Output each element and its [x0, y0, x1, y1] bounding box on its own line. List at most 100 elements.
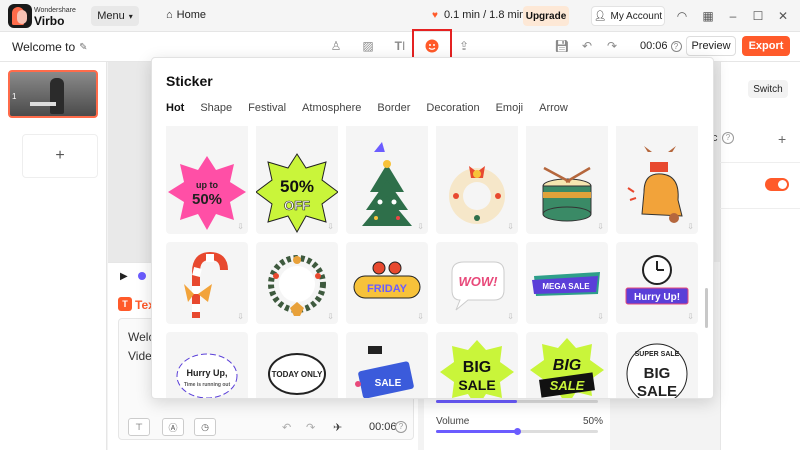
friday-sticker[interactable]: FRIDAY ⇩	[346, 242, 428, 324]
credits-text: 0.1 min / 1.8 min	[443, 9, 526, 21]
undo-icon[interactable]: ↶	[282, 421, 291, 434]
hurry-up-circle-sticker[interactable]: Hurry Up,Time is running out⇩	[166, 332, 248, 398]
big-sale-black-sticker[interactable]: BIGSALE⇩	[526, 332, 608, 398]
drum-sticker[interactable]: ⇩	[526, 152, 608, 234]
upgrade-button[interactable]: Upgrade	[523, 6, 569, 26]
download-icon[interactable]: ⇩	[417, 222, 424, 231]
save-icon[interactable]: 💾︎	[552, 36, 572, 56]
redo-icon[interactable]: ↷	[602, 36, 622, 56]
download-icon[interactable]: ⇩	[597, 222, 604, 231]
50-off-sticker[interactable]: 50% OFF ⇩	[256, 152, 338, 234]
minimize-icon[interactable]: –	[726, 9, 740, 23]
help-icon[interactable]: ?	[670, 40, 682, 52]
download-icon[interactable]: ⇩	[327, 312, 334, 321]
wow-bubble-sticker[interactable]: WOW! ⇩	[436, 242, 518, 324]
menu-label: Menu	[97, 10, 125, 22]
christmas-tree-sticker[interactable]: ⇩	[346, 152, 428, 234]
add-slide-button[interactable]: +	[22, 134, 98, 178]
undo-icon[interactable]: ↶	[577, 36, 597, 56]
help-icon[interactable]: ?	[395, 421, 407, 433]
bell-sticker-graphic	[627, 162, 683, 223]
volume-slider-fill	[436, 430, 517, 433]
upload-tool-icon[interactable]: ⇪	[454, 36, 474, 56]
toggle-switch[interactable]	[765, 178, 789, 191]
brand: Wondershare Virbo	[34, 6, 76, 28]
candy-cane-sticker[interactable]: ⇩	[166, 242, 248, 324]
background-tool-icon[interactable]: ▨	[358, 36, 378, 56]
floral-wreath-sticker-graphic	[268, 255, 326, 316]
timeline-playhead[interactable]	[138, 272, 146, 280]
download-icon[interactable]: ⇩	[597, 312, 604, 321]
floral-wreath-sticker[interactable]: ⇩	[256, 242, 338, 324]
download-icon[interactable]: ⇩	[507, 222, 514, 231]
volume-label: Volume	[436, 416, 470, 427]
ai-write-icon[interactable]: ✈	[333, 421, 342, 434]
switch-button[interactable]: Switch	[748, 80, 788, 98]
redo-icon[interactable]: ↷	[306, 421, 315, 434]
sticker-text: 50%	[280, 177, 314, 196]
home-label: Home	[176, 9, 206, 21]
sticker-tab-arrow[interactable]: Arrow	[539, 102, 568, 114]
50-off-sticker-graphic: 50% OFF	[256, 153, 338, 234]
sticker-tab-atmosphere[interactable]: Atmosphere	[302, 102, 361, 114]
popup-title: Sticker	[166, 73, 213, 89]
home-button[interactable]: ⌂ Home	[166, 9, 206, 21]
sticker-tab-festival[interactable]: Festival	[248, 102, 286, 114]
grid-icon[interactable]: ▦	[701, 9, 715, 23]
project-title[interactable]: Welcome to ✎	[12, 40, 88, 54]
text-format-icon[interactable]: ⊤	[128, 418, 150, 436]
sticker-tab-hot[interactable]: Hot	[166, 102, 184, 114]
sticker-text: FRIDAY	[367, 283, 408, 295]
maximize-icon[interactable]: ☐	[751, 9, 765, 23]
bell-sticker[interactable]: ⇩	[616, 152, 698, 234]
christmas-wreath-sticker[interactable]: ⇩	[436, 152, 518, 234]
download-icon[interactable]: ⇩	[237, 222, 244, 231]
home-icon: ⌂	[166, 9, 173, 21]
voice-icon[interactable]: Ⓐ	[162, 418, 184, 436]
hurry-up-clock-sticker[interactable]: Hurry Up! ⇩	[616, 242, 698, 324]
preview-button[interactable]: Preview	[686, 36, 736, 56]
download-icon[interactable]: ⇩	[687, 222, 694, 231]
download-icon[interactable]: ⇩	[507, 312, 514, 321]
sticker-text: SALE	[550, 378, 585, 393]
sticker-text: BIG	[553, 357, 581, 374]
sticker-text: MEGA SALE	[542, 282, 590, 291]
help-icon[interactable]: ?	[722, 132, 734, 144]
sticker-tab-emoji[interactable]: Emoji	[496, 102, 524, 114]
download-icon[interactable]: ⇩	[417, 312, 424, 321]
sticker-grid: up to 50% ⇩ 50% OFF ⇩ ⇩ ⇩ ⇩ ⇩ ⇩ ⇩ FRIDAY ⇩ WOW! ⇩ MEGA S…	[166, 126, 706, 398]
up-to-50-sticker[interactable]: up to 50% ⇩	[166, 152, 248, 234]
big-sale-green-sticker[interactable]: BIGSALE⇩	[436, 332, 518, 398]
menu-button[interactable]: Menu ▾	[91, 6, 139, 26]
sticker-tab-border[interactable]: Border	[377, 102, 410, 114]
download-icon[interactable]: ⇩	[237, 312, 244, 321]
pause-clock-icon[interactable]: ◷	[194, 418, 216, 436]
today-only-sticker[interactable]: TODAY ONLY⇩	[256, 332, 338, 398]
slide-thumbnail[interactable]: 1	[8, 70, 98, 118]
my-account-button[interactable]: 👤︎ My Account	[591, 6, 665, 26]
plus-icon[interactable]: +	[778, 131, 786, 147]
close-icon[interactable]: ✕	[776, 9, 790, 23]
export-button[interactable]: Export	[742, 36, 790, 56]
download-icon[interactable]: ⇩	[327, 222, 334, 231]
volume-slider-knob[interactable]	[514, 428, 521, 435]
play-icon[interactable]: ▶	[120, 271, 128, 282]
sticker-tab-shape[interactable]: Shape	[200, 102, 232, 114]
sticker-text: Hurry Up!	[634, 292, 680, 303]
brand-name: Virbo	[34, 14, 65, 28]
sticker-tab-decoration[interactable]: Decoration	[426, 102, 479, 114]
today-only-sticker-graphic: TODAY ONLY	[268, 353, 326, 395]
edit-icon[interactable]: ✎	[79, 42, 87, 53]
user-icon: 👤︎	[593, 10, 607, 22]
slide-text-placeholder	[30, 102, 56, 106]
headset-icon[interactable]: ◠	[675, 9, 689, 23]
avatar-tool-icon[interactable]: ♙	[326, 36, 346, 56]
super-sale-sticker[interactable]: SUPER SALEBIGSALE⇩	[616, 332, 698, 398]
download-icon[interactable]: ⇩	[687, 312, 694, 321]
script-duration: 00:06	[369, 421, 397, 433]
scrollbar[interactable]	[705, 288, 708, 328]
mega-sale-sticker[interactable]: MEGA SALE ⇩	[526, 242, 608, 324]
divider	[720, 162, 800, 163]
text-tool-icon[interactable]: TI	[390, 36, 410, 56]
sale-tag-sticker[interactable]: SALE⇩	[346, 332, 428, 398]
